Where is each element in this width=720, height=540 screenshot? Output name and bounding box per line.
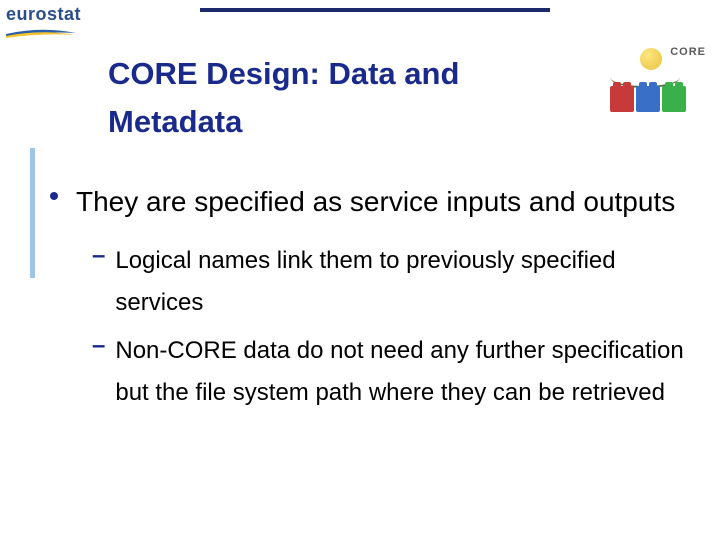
- bullet-level1: They are specified as service inputs and…: [50, 178, 690, 226]
- bullet-dash-icon: –: [92, 242, 105, 270]
- bullet-text: They are specified as service inputs and…: [76, 178, 675, 226]
- slide-content: They are specified as service inputs and…: [50, 178, 690, 420]
- bullet-level2: – Non-CORE data do not need any further …: [92, 330, 690, 414]
- bullet-dot-icon: [50, 192, 58, 200]
- eurostat-logo: eurostat: [6, 4, 106, 36]
- bullet-level2: – Logical names link them to previously …: [92, 240, 690, 324]
- bullet-text: Logical names link them to previously sp…: [115, 240, 690, 324]
- header-divider: [200, 8, 550, 12]
- eurostat-logo-text: eurostat: [6, 4, 106, 25]
- core-bricks-icon: [610, 86, 686, 112]
- bullet-dash-icon: –: [92, 332, 105, 360]
- left-accent-bar: [30, 148, 35, 278]
- slide-title: CORE Design: Data and Metadata: [108, 50, 578, 146]
- eurostat-swoosh-icon: [6, 28, 76, 38]
- core-logo-label: CORE: [670, 46, 706, 58]
- bullet-text: Non-CORE data do not need any further sp…: [115, 330, 690, 414]
- core-logo: CORE: [606, 46, 706, 126]
